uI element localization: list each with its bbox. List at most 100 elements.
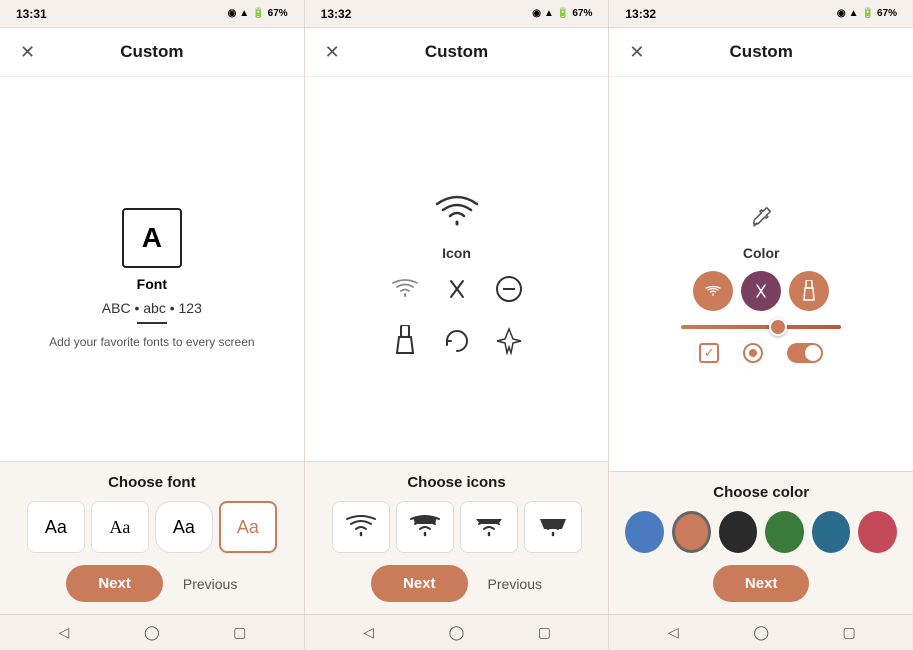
icon-section-title: Choose icons [321,474,593,491]
color-option-black[interactable] [719,511,758,553]
font-panel: ✕ Custom A Font ABC • abc • 123 Add your… [0,28,305,614]
radio-inner [749,349,757,357]
font-panel-content: A Font ABC • abc • 123 Add your favorite… [0,77,304,461]
font-description: Add your favorite fonts to every screen [49,334,254,351]
color-circles [693,271,829,311]
color-next-button[interactable]: Next [713,565,810,602]
nav-segment-2: ◁ ◯ ▢ [305,615,610,650]
font-option-3[interactable]: Aa [219,501,277,553]
font-preview-label: Font [137,276,167,292]
preview-airplane-icon [491,323,527,359]
status-icons-1: ◉ ▲ 🔋 67% [228,8,288,19]
wifi-large-icon [433,192,481,239]
preview-flashlight-icon [387,323,423,359]
font-selector: Aa Aa Aa Aa [16,501,288,553]
icon-option-2[interactable] [460,501,518,553]
color-option-green[interactable] [765,511,804,553]
battery-pct-1: 67% [268,8,288,19]
icon-panel-close[interactable]: ✕ [321,39,344,65]
color-selector [625,511,897,553]
icon-panel-title: Custom [425,42,488,62]
home-button-2[interactable]: ◯ [443,619,471,647]
checkbox-preview: ✓ [699,343,719,363]
preview-minus-icon [491,271,527,307]
font-bottom-section: Choose font Aa Aa Aa Aa Next Previous [0,461,304,614]
color-circle-2 [789,271,829,311]
battery-pct-3: 67% [877,8,897,19]
font-option-0[interactable]: Aa [27,501,85,553]
back-button-2[interactable]: ◁ [355,619,383,647]
preview-rotate-icon [439,323,475,359]
color-panel: ✕ Custom Color [609,28,913,614]
color-panel-content: Color [609,77,913,471]
icon-option-1[interactable] [396,501,454,553]
home-button-3[interactable]: ◯ [747,619,775,647]
home-button-1[interactable]: ◯ [138,619,166,647]
color-bottom-section: Choose color Next [609,471,913,614]
icon-panel: ✕ Custom Icon [305,28,610,614]
color-option-teal[interactable] [812,511,851,553]
font-divider [137,322,167,324]
icon-previous-button[interactable]: Previous [488,576,542,592]
icon-option-3[interactable] [524,501,582,553]
color-option-blue[interactable] [625,511,664,553]
status-segment-1: 13:31 ◉ ▲ 🔋 67% [0,0,305,27]
font-previous-button[interactable]: Previous [183,576,237,592]
time-3: 13:32 [625,7,656,21]
recent-button-3[interactable]: ▢ [835,619,863,647]
color-preview-area: Color [625,97,897,471]
icon-preview-grid [387,271,527,359]
battery-icon-3: 🔋 [862,8,874,19]
toggle-preview [787,343,823,363]
color-circle-1 [741,271,781,311]
color-section-title: Choose color [625,484,897,501]
color-preview-label: Color [743,245,780,261]
recent-button-1[interactable]: ▢ [226,619,254,647]
back-button-3[interactable]: ◁ [659,619,687,647]
wifi-status-icon-3: ▲ [849,8,859,19]
icon-panel-header: ✕ Custom [305,28,609,77]
nav-bar: ◁ ◯ ▢ ◁ ◯ ▢ ◁ ◯ ▢ [0,614,913,650]
wifi-status-icon-2: ▲ [544,8,554,19]
font-panel-title: Custom [120,42,183,62]
signal-icon-1: ◉ [228,8,237,19]
icon-option-0[interactable] [332,501,390,553]
icon-action-row: Next Previous [321,565,593,606]
font-next-button[interactable]: Next [66,565,163,602]
status-segment-2: 13:32 ◉ ▲ 🔋 67% [305,0,610,27]
icon-bottom-section: Choose icons [305,461,609,614]
battery-icon-2: 🔋 [557,8,569,19]
battery-pct-2: 67% [572,8,592,19]
color-circle-0 [693,271,733,311]
color-option-terracotta[interactable] [672,511,711,553]
font-option-1[interactable]: Aa [91,501,149,553]
preview-wifi-icon [387,271,423,307]
font-preview-icon: A [122,208,182,268]
signal-icon-2: ◉ [532,8,541,19]
icon-next-button[interactable]: Next [371,565,468,602]
color-action-row: Next [625,565,897,606]
icon-preview-label: Icon [442,245,471,261]
battery-icon-1: 🔋 [252,8,264,19]
font-panel-header: ✕ Custom [0,28,304,77]
color-option-red[interactable] [858,511,897,553]
color-slider[interactable] [681,325,841,329]
time-1: 13:31 [16,7,47,21]
status-segment-3: 13:32 ◉ ▲ 🔋 67% [609,0,913,27]
back-button-1[interactable]: ◁ [50,619,78,647]
color-controls: ✓ [699,343,823,363]
font-panel-close[interactable]: ✕ [16,39,39,65]
color-panel-header: ✕ Custom [609,28,913,77]
font-option-2[interactable]: Aa [155,501,213,553]
color-slider-thumb [769,318,787,336]
status-icons-3: ◉ ▲ 🔋 67% [837,8,897,19]
preview-bluetooth-icon [439,271,475,307]
color-panel-close[interactable]: ✕ [625,39,648,65]
nav-segment-3: ◁ ◯ ▢ [609,615,913,650]
font-action-row: Next Previous [16,565,288,606]
font-section-title: Choose font [16,474,288,491]
color-slider-track [681,325,841,329]
signal-icon-3: ◉ [837,8,846,19]
status-icons-2: ◉ ▲ 🔋 67% [532,8,592,19]
recent-button-2[interactable]: ▢ [530,619,558,647]
